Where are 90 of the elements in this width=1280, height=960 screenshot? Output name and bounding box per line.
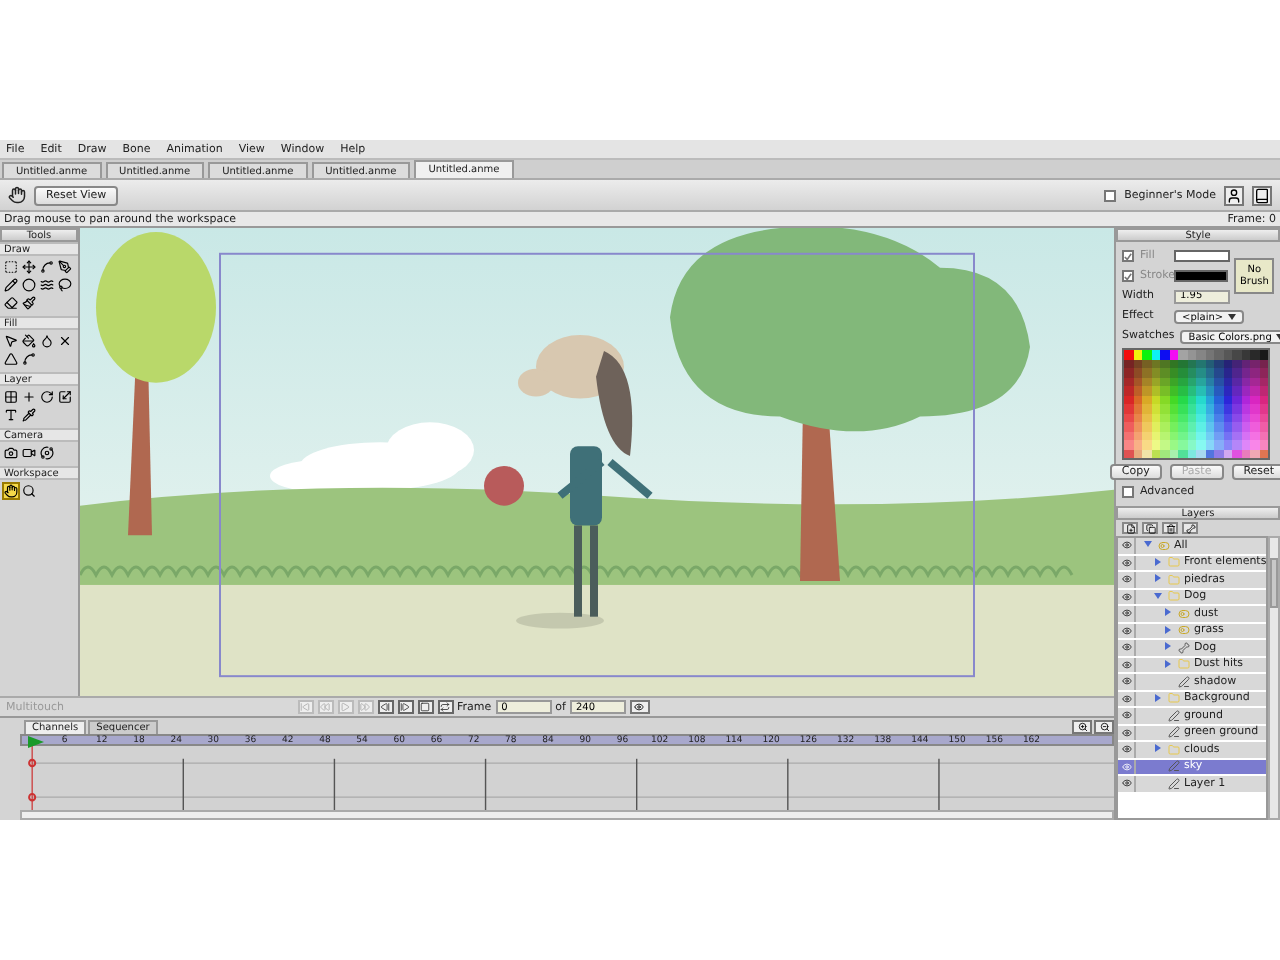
caret-icon (1227, 313, 1236, 319)
eye-icon[interactable] (1118, 759, 1136, 774)
eye-icon[interactable] (629, 700, 650, 714)
pen-icon (1178, 675, 1190, 688)
expand-arrow-icon[interactable] (1144, 540, 1152, 549)
paint-bucket-icon[interactable] (20, 332, 38, 350)
video-camera-icon[interactable] (20, 444, 38, 462)
x-icon[interactable] (56, 332, 74, 350)
eye-icon[interactable] (1118, 691, 1136, 706)
eye-icon[interactable] (1118, 640, 1136, 655)
bone-icon (1178, 641, 1190, 654)
step-back-icon[interactable] (377, 700, 393, 714)
pen-icon (1168, 726, 1180, 739)
rotate-icon[interactable] (38, 388, 56, 406)
folder-icon (1168, 590, 1180, 603)
eye-icon[interactable] (1118, 606, 1136, 621)
hand-icon[interactable] (2, 482, 20, 500)
switch-icon (1158, 539, 1170, 552)
pointer-icon[interactable] (2, 332, 20, 350)
move-icon[interactable] (20, 258, 38, 276)
checkbox[interactable] (1104, 189, 1117, 201)
search-icon[interactable] (20, 482, 38, 500)
scale-icon[interactable] (56, 388, 74, 406)
expand-arrow-icon[interactable] (1164, 659, 1172, 668)
eye-icon[interactable] (1118, 572, 1136, 587)
folder-icon (1178, 658, 1190, 671)
expand-arrow-icon[interactable] (1154, 693, 1162, 702)
eye-icon[interactable] (1118, 725, 1136, 740)
eraser-icon[interactable] (2, 294, 20, 312)
switch-icon (1178, 624, 1190, 637)
droplet-icon[interactable] (38, 332, 56, 350)
step-forward-icon[interactable] (397, 700, 413, 714)
lasso-icon[interactable] (56, 276, 74, 294)
plus-icon[interactable] (20, 388, 38, 406)
expand-arrow-icon[interactable] (1164, 608, 1172, 617)
color-palette[interactable] (1122, 348, 1270, 460)
folder-icon (1168, 692, 1180, 705)
eye-icon[interactable] (1118, 776, 1136, 791)
pencil-icon[interactable] (2, 276, 20, 294)
circle-icon[interactable] (20, 276, 38, 294)
trash-icon[interactable] (1162, 522, 1178, 534)
wave-icon[interactable] (38, 276, 56, 294)
zoom-out-icon[interactable] (1094, 720, 1114, 734)
expand-arrow-icon[interactable] (1154, 591, 1162, 600)
pen-icon (1168, 777, 1180, 790)
expand-arrow-icon[interactable] (1164, 625, 1172, 634)
pen-icon (1168, 760, 1180, 773)
triangle-icon[interactable] (2, 350, 20, 368)
fill-color-swatch[interactable] (1174, 250, 1230, 262)
eye-icon[interactable] (1118, 555, 1136, 570)
zoom-in-icon[interactable] (1072, 720, 1092, 734)
curve-icon[interactable] (20, 350, 38, 368)
checkbox[interactable] (1122, 486, 1134, 498)
loop-icon[interactable] (437, 700, 453, 714)
expand-arrow-icon[interactable] (1164, 642, 1172, 651)
pipette-icon[interactable] (20, 406, 38, 424)
person-icon[interactable] (1224, 185, 1244, 205)
orbit-icon[interactable] (38, 444, 56, 462)
scrollbar[interactable] (1268, 536, 1280, 820)
checkbox[interactable] (1122, 250, 1134, 262)
eye-icon[interactable] (1118, 708, 1136, 723)
switch-icon (1178, 607, 1190, 620)
folder-icon (1168, 743, 1180, 756)
hand-icon (8, 186, 26, 204)
book-icon[interactable] (1252, 185, 1272, 205)
stop-icon[interactable] (417, 700, 433, 714)
expand-arrow-icon[interactable] (1154, 574, 1162, 583)
eye-icon[interactable] (1118, 623, 1136, 638)
eye-icon[interactable] (1118, 538, 1136, 553)
expand-arrow-icon[interactable] (1154, 557, 1162, 566)
expand-arrow-icon[interactable] (1154, 744, 1162, 753)
eye-icon[interactable] (1118, 674, 1136, 689)
folder-icon (1168, 573, 1180, 586)
stroke-color-swatch[interactable] (1174, 270, 1229, 282)
grid-icon[interactable] (2, 388, 20, 406)
bone-icon[interactable] (1182, 522, 1198, 534)
brush-icon[interactable] (20, 294, 38, 312)
eye-icon[interactable] (1118, 742, 1136, 757)
copy-icon[interactable] (1142, 522, 1158, 534)
pen-icon[interactable] (56, 258, 74, 276)
new-layer-icon[interactable] (1122, 522, 1138, 534)
camera-icon[interactable] (2, 444, 20, 462)
pen-icon (1168, 709, 1180, 722)
curve-icon[interactable] (38, 258, 56, 276)
scrollbar[interactable] (20, 810, 1114, 820)
folder-icon (1168, 556, 1180, 569)
eye-icon[interactable] (1118, 589, 1136, 604)
eye-icon[interactable] (1118, 657, 1136, 672)
checkbox[interactable] (1122, 270, 1134, 282)
text-icon[interactable] (2, 406, 20, 424)
